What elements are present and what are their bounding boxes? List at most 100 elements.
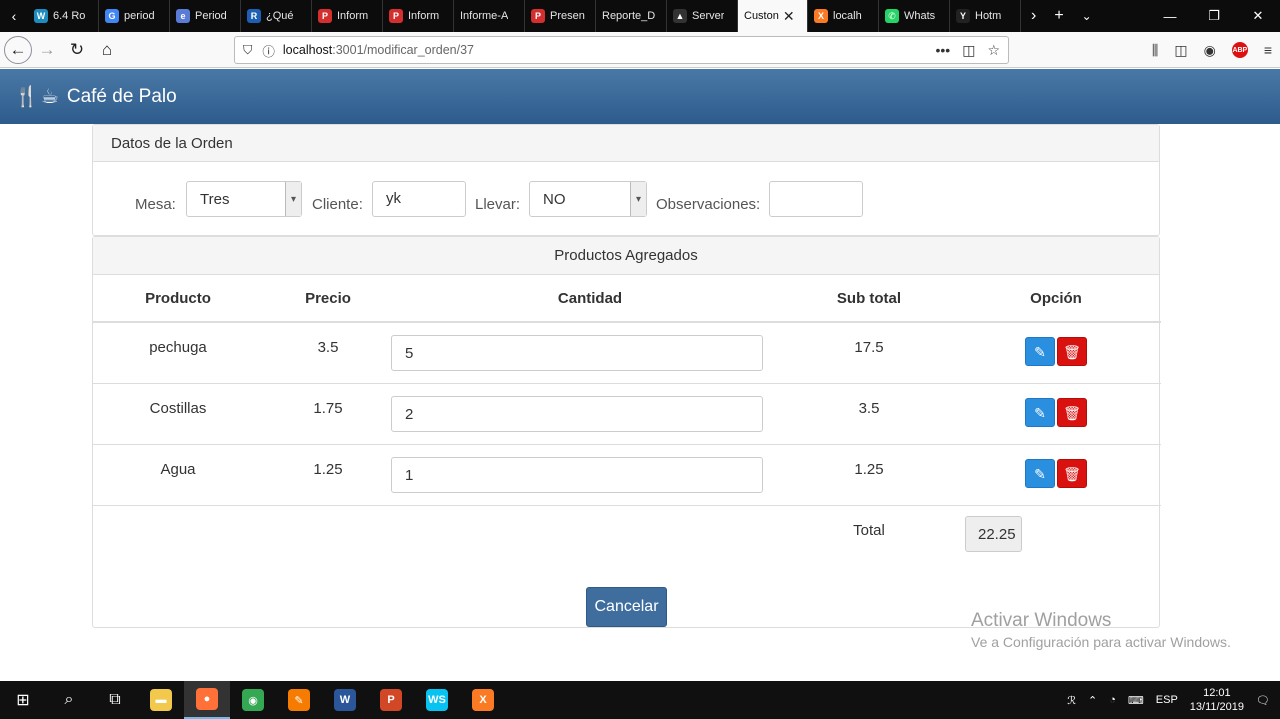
pdf-icon: P [318, 9, 332, 23]
taskbar-app[interactable]: WS [414, 681, 460, 719]
opcion-cell: ✎ 🗑 [951, 322, 1161, 384]
delete-trash-icon[interactable]: 🗑 [1057, 337, 1087, 366]
taskbar-app[interactable]: ● [184, 681, 230, 719]
home-icon[interactable]: ⌂ [92, 35, 122, 65]
brand-title[interactable]: Café de Palo [67, 86, 177, 108]
account-icon[interactable]: ◉ [1204, 42, 1216, 59]
people-icon[interactable]: ℛ [1067, 694, 1076, 707]
cantidad-input[interactable]: 5 [391, 335, 763, 371]
browser-tab-label: Presen [550, 10, 585, 22]
total-label: Total [853, 521, 885, 539]
wifi-icon[interactable]: ◔ [1109, 694, 1116, 706]
edit-pencil-icon[interactable]: ✎ [1025, 458, 1055, 488]
browser-tab[interactable]: e Period [170, 0, 241, 32]
new-tab-icon[interactable]: + [1054, 7, 1063, 25]
cliente-label: Cliente: [312, 196, 363, 213]
restore-icon[interactable]: ❐ [1192, 8, 1236, 24]
browser-tab[interactable]: ▲ Server [667, 0, 738, 32]
powerpoint-icon: P [380, 689, 402, 711]
clock[interactable]: 12:01 13/11/2019 [1190, 686, 1244, 714]
delete-trash-icon[interactable]: 🗑 [1057, 397, 1087, 427]
tab-list-chevron-icon[interactable]: ⌄ [1082, 9, 1092, 23]
close-tab-icon[interactable]: ✕ [783, 8, 795, 25]
paint-icon: ✎ [288, 689, 310, 711]
window-controls: — ❐ ✕ [1148, 0, 1280, 32]
taskbar-app[interactable]: P [368, 681, 414, 719]
close-window-icon[interactable]: ✕ [1236, 8, 1280, 24]
browser-tab-strip: ‹ W 6.4 Ro Gperiod e Period R ¿Qué P Inform P Info… [0, 0, 1280, 32]
site-info-icon[interactable]: ⓘ [262, 41, 275, 60]
tray-chevron-up-icon[interactable]: ⌃ [1088, 694, 1097, 707]
chevron-down-icon: ▾ [285, 182, 301, 216]
cantidad-input[interactable]: 2 [391, 395, 763, 432]
order-data-heading: Datos de la Orden [93, 125, 1159, 162]
browser-tab[interactable]: R ¿Qué [241, 0, 312, 32]
browser-tab-label: Reporte_D [602, 10, 656, 22]
toolbar-right: ⫼ ◫ ◉ ABP ≡ [1152, 32, 1272, 68]
browser-tab[interactable]: P Inform [312, 0, 383, 32]
sidebar-icon[interactable]: ◫ [1174, 42, 1187, 59]
browser-tab-label: Server [692, 10, 725, 22]
col-opcion: Opción [951, 275, 1161, 323]
pocket-icon[interactable]: ◫ [962, 42, 975, 59]
reload-icon[interactable]: ↻ [62, 35, 92, 65]
opcion-cell: ✎ 🗑 [951, 444, 1161, 506]
cliente-input[interactable]: yk [372, 181, 466, 217]
browser-tab[interactable]: Custon ✕ [738, 0, 808, 32]
observaciones-input[interactable] [769, 181, 863, 217]
forward-icon[interactable]: → [32, 35, 62, 65]
browser-tab[interactable]: Y Hotm [950, 0, 1021, 32]
url-bar[interactable]: ⛉ ⓘ localhost :3001/modificar_orden/37 •… [234, 36, 1009, 64]
taskbar-app[interactable]: ◉ [230, 681, 276, 719]
taskbar-app[interactable]: X [460, 681, 506, 719]
llevar-selected-value: NO [543, 190, 566, 208]
producto-cell: pechuga [93, 322, 263, 384]
page-actions-icon[interactable]: ••• [935, 42, 950, 59]
cantidad-cell: 2 [391, 383, 787, 445]
browser-navbar: ← → ↻ ⌂ ⛉ ⓘ localhost :3001/modificar_or… [0, 32, 1280, 68]
browser-tab[interactable]: Xlocalh [808, 0, 879, 32]
taskbar-app[interactable]: ✎ [276, 681, 322, 719]
wordpress-icon: W [34, 9, 48, 23]
adblock-icon[interactable]: ABP [1231, 42, 1248, 58]
edit-pencil-icon[interactable]: ✎ [1025, 397, 1055, 427]
minimize-icon[interactable]: — [1148, 9, 1192, 24]
back-icon[interactable]: ← [4, 35, 32, 64]
bookmark-star-icon[interactable]: ☆ [987, 42, 1000, 59]
xampp-icon: X [814, 9, 828, 23]
edit-pencil-icon[interactable]: ✎ [1025, 337, 1055, 366]
cancel-button[interactable]: Cancelar [586, 587, 667, 627]
browser-tab[interactable]: W 6.4 Ro [28, 0, 99, 32]
precio-cell: 1.25 [263, 444, 393, 506]
browser-tab[interactable]: P Presen [525, 0, 596, 32]
table-header-row: Producto Precio Cantidad Sub total Opció… [93, 275, 1161, 323]
taskbar-app[interactable]: ▬ [138, 681, 184, 719]
period-icon: e [176, 9, 190, 23]
task-view-icon[interactable]: ⧉ [92, 681, 138, 719]
notifications-icon[interactable]: 🗨 [1256, 694, 1270, 707]
library-icon[interactable]: ⫼ [1152, 42, 1158, 59]
browser-tab[interactable]: ✆ Whats [879, 0, 950, 32]
mesa-select[interactable]: Tres ▾ [186, 181, 302, 217]
cantidad-input[interactable]: 1 [391, 456, 763, 493]
tab-scroll-left-icon[interactable]: ‹ [0, 0, 28, 32]
whatsapp-icon: ✆ [885, 9, 899, 23]
browser-tab[interactable]: Informe-A [454, 0, 525, 32]
subtotal-cell: 1.25 [787, 444, 951, 506]
menu-icon[interactable]: ≡ [1264, 42, 1272, 58]
browser-tab[interactable]: P Inform [383, 0, 454, 32]
browser-tab[interactable]: Gperiod [99, 0, 170, 32]
col-precio: Precio [263, 275, 393, 323]
table-row: Costillas 1.75 2 3.5 ✎ 🗑 [93, 383, 1161, 445]
keyboard-icon[interactable]: ⌨ [1128, 694, 1144, 707]
llevar-select[interactable]: NO ▾ [529, 181, 647, 217]
tab-tools: › + ⌄ [1021, 0, 1092, 32]
browser-tab[interactable]: Reporte_D [596, 0, 667, 32]
search-icon[interactable]: ⌕ [46, 681, 92, 719]
language-indicator[interactable]: ESP [1156, 694, 1178, 706]
tab-scroll-right-icon[interactable]: › [1031, 7, 1036, 25]
taskbar-app[interactable]: W [322, 681, 368, 719]
start-windows-icon[interactable]: ⊞ [0, 681, 46, 719]
delete-trash-icon[interactable]: 🗑 [1057, 458, 1087, 488]
tracking-shield-icon[interactable]: ⛉ [243, 43, 252, 58]
